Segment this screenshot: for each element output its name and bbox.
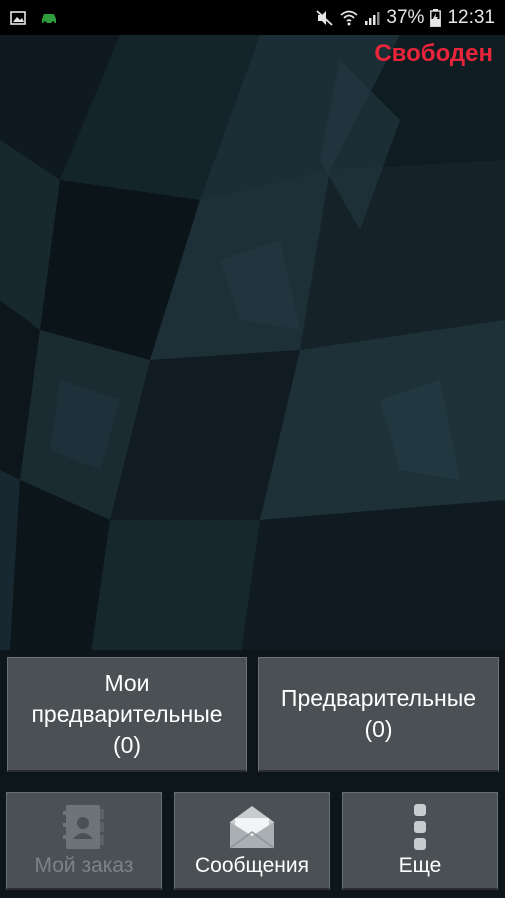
clock: 12:31: [447, 6, 495, 28]
my-preliminary-count: (0): [112, 731, 142, 758]
signal-icon: [364, 10, 380, 26]
messages-label: Сообщения: [195, 854, 309, 877]
more-button[interactable]: Еще: [342, 792, 498, 890]
contacts-book-icon: [7, 803, 161, 851]
messages-button[interactable]: Сообщения: [174, 792, 330, 890]
my-order-label: Мой заказ: [34, 854, 134, 877]
app-screen: 37% 12:31 Свободен Мои предварительные (…: [0, 0, 505, 898]
battery-percent: 37%: [386, 6, 425, 28]
image-icon: [10, 10, 26, 25]
my-preliminary-line2: предварительные: [31, 700, 223, 727]
driver-status-label[interactable]: Свободен: [374, 40, 493, 68]
more-dots-icon: [343, 803, 497, 851]
preliminary-count: (0): [364, 716, 393, 742]
my-order-button[interactable]: Мой заказ: [6, 792, 162, 890]
wifi-icon: [340, 10, 359, 26]
preliminary-orders-button[interactable]: Предварительные (0): [258, 657, 499, 772]
more-label: Еще: [398, 854, 442, 877]
my-preliminary-orders-button[interactable]: Мои предварительные (0): [7, 657, 247, 772]
mute-icon: [316, 9, 334, 26]
my-preliminary-line1: Мои: [104, 669, 150, 696]
envelope-icon: [175, 803, 329, 851]
system-status-bar: 37% 12:31: [0, 0, 505, 35]
battery-charging-icon: [430, 8, 442, 27]
preliminary-line1: Предварительные: [280, 685, 477, 711]
car-icon: [40, 12, 58, 24]
